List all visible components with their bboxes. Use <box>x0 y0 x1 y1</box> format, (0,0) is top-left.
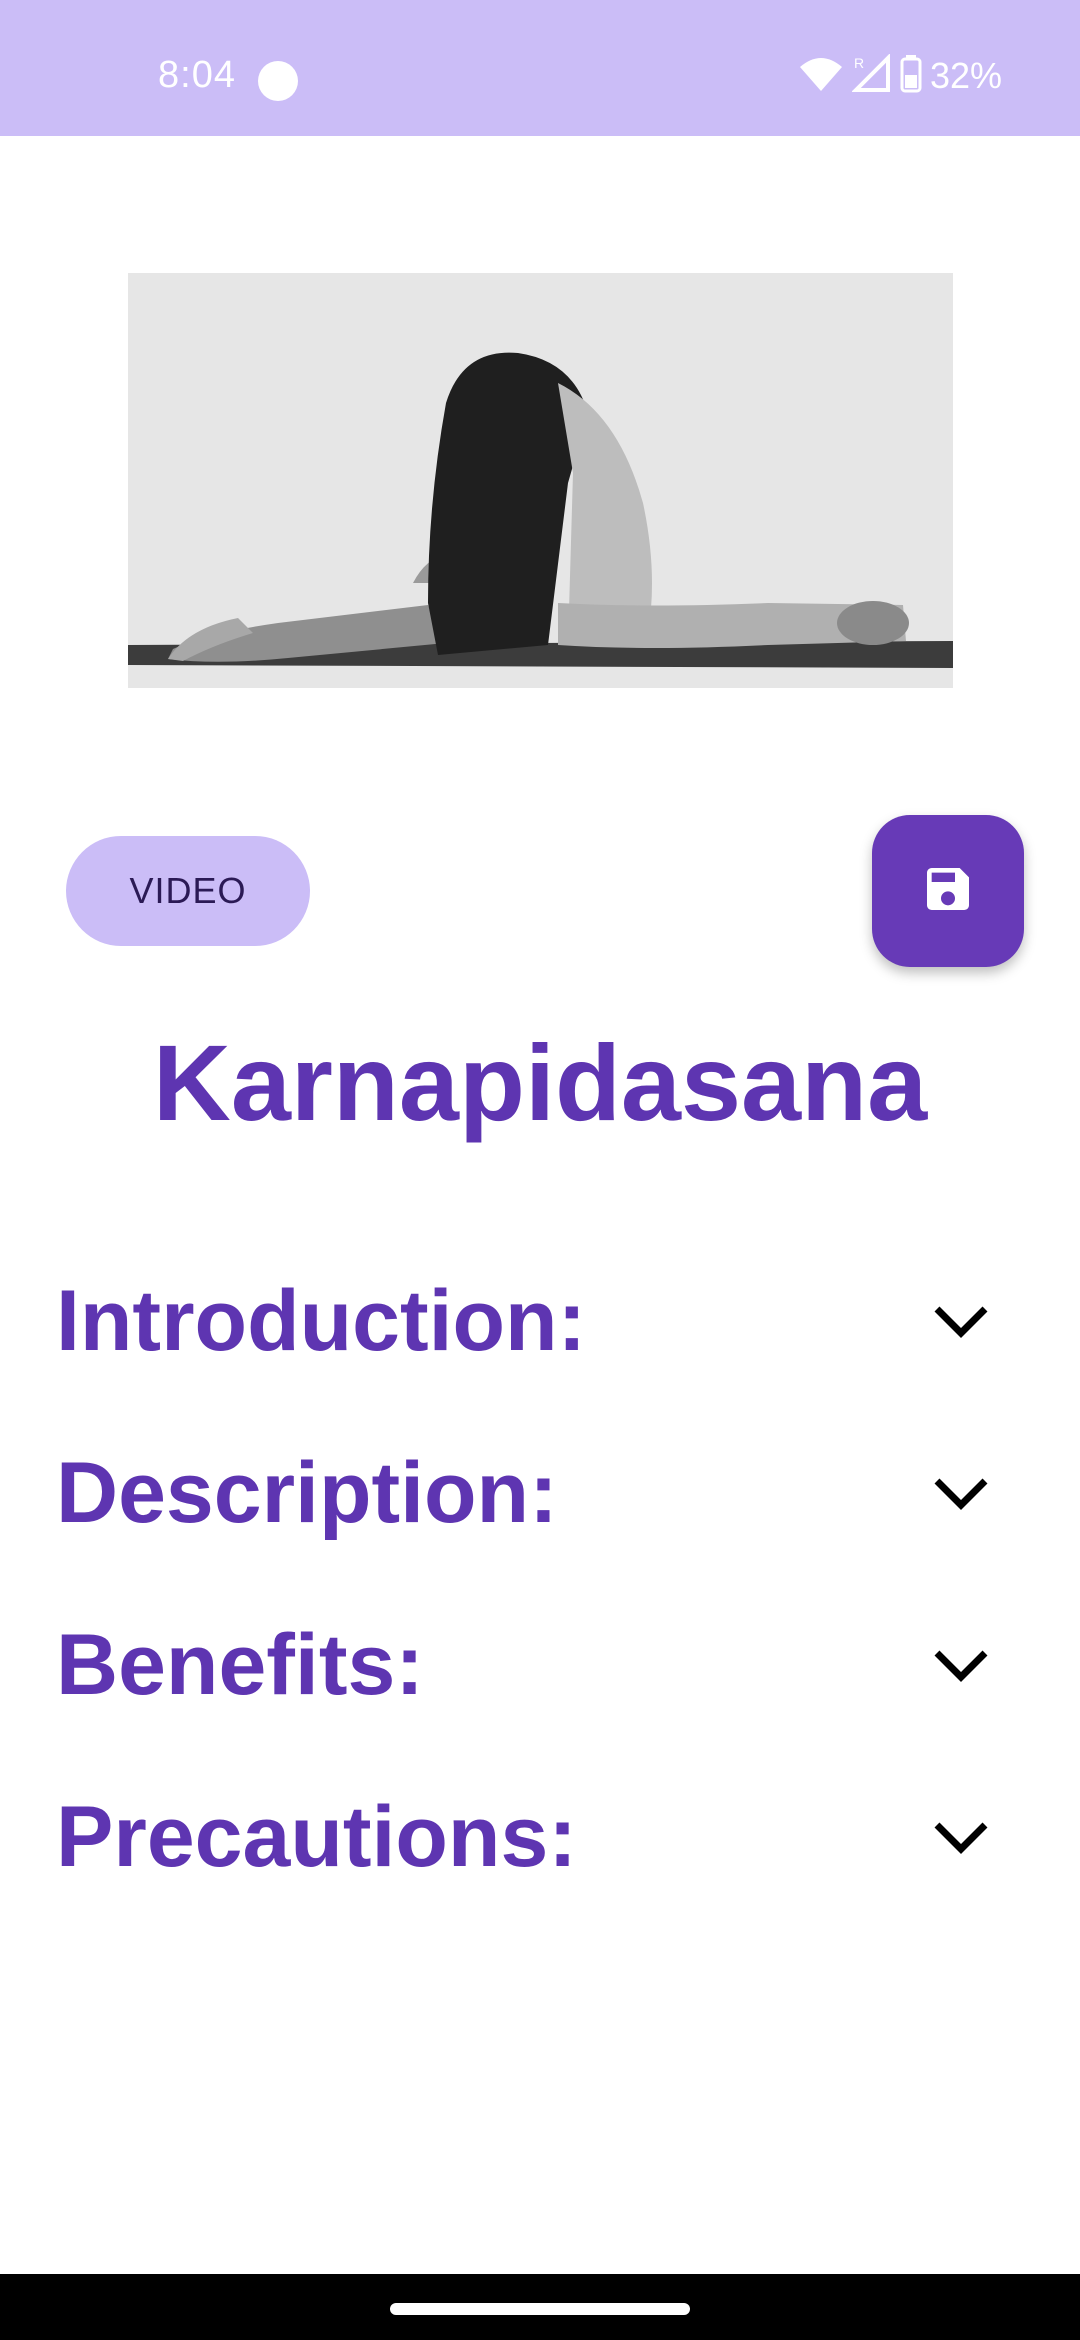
section-label: Precautions: <box>56 1788 577 1885</box>
section-label: Description: <box>56 1444 558 1541</box>
wifi-icon <box>798 55 844 98</box>
section-introduction[interactable]: Introduction: <box>56 1266 996 1376</box>
chevron-down-icon[interactable] <box>926 1458 996 1528</box>
status-time: 8:04 <box>158 54 236 96</box>
chevron-down-icon[interactable] <box>926 1802 996 1872</box>
section-label: Introduction: <box>56 1272 587 1369</box>
status-bar: 8:04 R 32% <box>0 0 1080 136</box>
battery-icon <box>900 54 922 98</box>
section-label: Benefits: <box>56 1616 424 1713</box>
home-indicator[interactable] <box>390 2303 690 2315</box>
signal-icon: R <box>851 52 892 99</box>
save-icon <box>920 861 976 922</box>
video-button[interactable]: VIDEO <box>66 836 310 946</box>
page-title: Karnapidasana <box>152 1022 928 1143</box>
save-button[interactable] <box>872 815 1024 967</box>
svg-text:R: R <box>854 55 864 71</box>
chevron-down-icon[interactable] <box>926 1630 996 1700</box>
section-precautions[interactable]: Precautions: <box>56 1782 996 1892</box>
battery-percent: 32% <box>929 55 1002 96</box>
pose-photo <box>128 273 953 688</box>
section-benefits[interactable]: Benefits: <box>56 1610 996 1720</box>
chevron-down-icon[interactable] <box>926 1286 996 1356</box>
notification-dot-icon <box>258 61 298 101</box>
screen: 8:04 R 32% VIDEO Karnapidasana Introduct… <box>0 0 1080 2340</box>
status-icons: R 32% <box>798 52 1002 99</box>
section-description[interactable]: Description: <box>56 1438 996 1548</box>
video-button-label: VIDEO <box>129 870 247 911</box>
